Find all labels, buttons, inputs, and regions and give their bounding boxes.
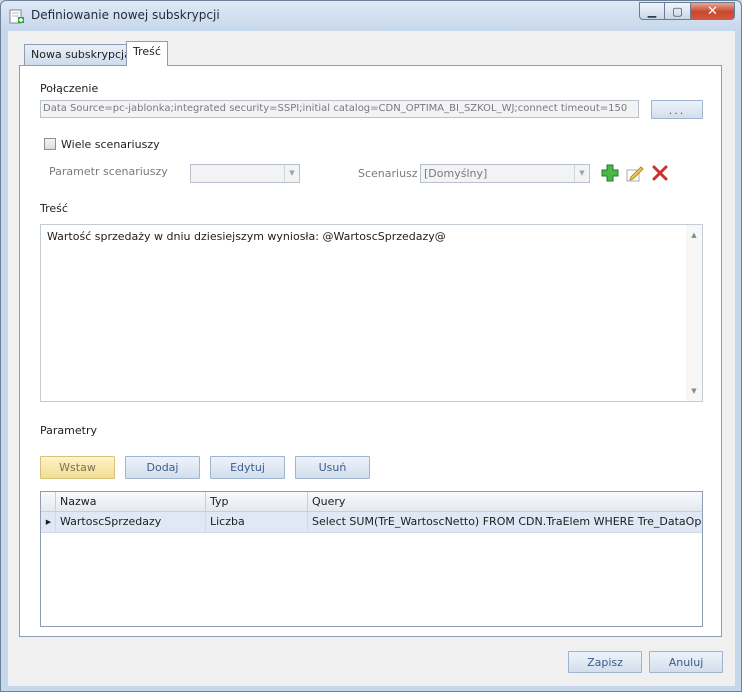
parameters-label: Parametry — [40, 424, 97, 437]
save-button[interactable]: Zapisz — [568, 651, 642, 673]
plus-icon — [601, 164, 619, 182]
dialog-window: Definiowanie nowej subskrypcji ▁ ▢ ✕ Now… — [0, 0, 742, 692]
scroll-up-icon[interactable]: ▲ — [686, 227, 702, 243]
cell-name[interactable]: WartoscSprzedazy — [55, 512, 205, 532]
scenario-value: [Domyślny] — [424, 167, 488, 180]
edit-scenario-button[interactable] — [626, 164, 644, 182]
cancel-button[interactable]: Anuluj — [649, 651, 723, 673]
new-subscription-icon — [9, 9, 25, 24]
table-row[interactable]: ▶ WartoscSprzedazy Liczba Select SUM(TrE… — [41, 512, 702, 533]
chevron-down-icon[interactable]: ▼ — [574, 165, 589, 182]
close-icon: ✕ — [707, 3, 718, 19]
column-header-query[interactable]: Query — [307, 492, 702, 512]
chevron-down-icon[interactable]: ▼ — [284, 165, 299, 182]
tab-tresc[interactable]: Treść — [126, 41, 168, 66]
column-header-type[interactable]: Typ — [205, 492, 307, 512]
cell-type[interactable]: Liczba — [205, 512, 307, 532]
title-bar[interactable]: Definiowanie nowej subskrypcji ▁ ▢ ✕ — [1, 1, 741, 31]
connection-string-field[interactable]: Data Source=pc-jablonka;integrated secur… — [40, 100, 639, 118]
parameters-grid[interactable]: Nazwa Typ Query ▶ WartoscSprzedazy Liczb… — [40, 491, 703, 627]
insert-parameter-button[interactable]: Wstaw — [40, 456, 115, 479]
content-textarea[interactable]: Wartość sprzedaży w dniu dziesiejszym wy… — [40, 224, 703, 402]
maximize-button[interactable]: ▢ — [665, 2, 691, 20]
scroll-down-icon[interactable]: ▼ — [686, 383, 702, 399]
scenario-param-select[interactable]: ▼ — [190, 164, 300, 183]
tab-nowa-subskrypcja[interactable]: Nowa subskrypcja — [24, 44, 138, 65]
scenario-label: Scenariusz — [358, 167, 418, 180]
browse-connection-button[interactable]: ... — [651, 100, 703, 119]
multi-scenario-label: Wiele scenariuszy — [61, 138, 160, 151]
edit-parameter-button[interactable]: Edytuj — [210, 456, 285, 479]
scenario-select[interactable]: [Domyślny] ▼ — [420, 164, 590, 183]
add-scenario-button[interactable] — [601, 164, 619, 182]
delete-scenario-button[interactable] — [651, 164, 669, 182]
add-parameter-button[interactable]: Dodaj — [125, 456, 200, 479]
column-header-name[interactable]: Nazwa — [55, 492, 205, 512]
maximize-icon: ▢ — [672, 4, 683, 18]
cell-query[interactable]: Select SUM(TrE_WartoscNetto) FROM CDN.Tr… — [307, 512, 702, 532]
content-label: Treść — [40, 202, 68, 215]
remove-parameter-button[interactable]: Usuń — [295, 456, 370, 479]
dialog-client-area: Nowa subskrypcja Treść Połączenie Data S… — [8, 31, 735, 686]
content-text: Wartość sprzedaży w dniu dziesiejszym wy… — [47, 230, 446, 243]
content-scrollbar[interactable]: ▲ ▼ — [686, 225, 702, 401]
window-controls: ▁ ▢ ✕ — [639, 2, 735, 20]
tab-panel-tresc: Połączenie Data Source=pc-jablonka;integ… — [19, 65, 722, 637]
window-title: Definiowanie nowej subskrypcji — [31, 8, 220, 22]
current-row-icon: ▶ — [45, 518, 52, 526]
grid-header: Nazwa Typ Query — [41, 492, 702, 512]
multi-scenario-checkbox[interactable] — [44, 138, 56, 150]
minimize-icon: ▁ — [647, 4, 657, 18]
delete-icon — [652, 165, 668, 181]
edit-icon — [626, 166, 644, 182]
scenario-param-label: Parametr scenariuszy — [49, 165, 168, 178]
close-button[interactable]: ✕ — [691, 2, 735, 20]
minimize-button[interactable]: ▁ — [639, 2, 665, 20]
connection-label: Połączenie — [40, 82, 99, 95]
